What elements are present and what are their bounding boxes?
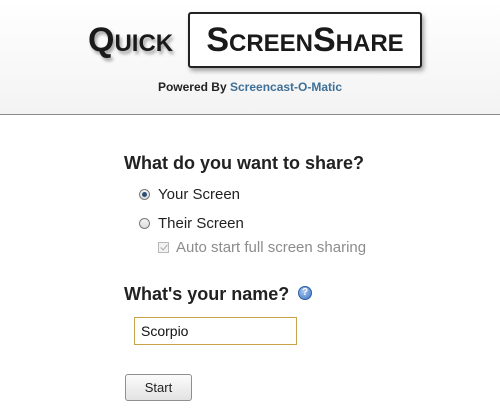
logo-screenshare-box: ScreenShare [188,12,422,68]
auto-start-label: Auto start full screen sharing [176,238,367,256]
radio-your-screen[interactable]: Your Screen [139,184,240,204]
radio-your-screen-label[interactable]: Your Screen [158,186,240,203]
share-question-heading: What do you want to share? [124,153,365,173]
name-input[interactable] [134,317,297,345]
radio-their-screen-label[interactable]: Their Screen [158,215,244,232]
auto-start-checkbox-row: Auto start full screen sharing [158,237,366,257]
radio-their-screen[interactable]: Their Screen [139,213,244,233]
help-icon[interactable]: ? [298,286,312,300]
start-button[interactable]: Start [125,374,192,401]
header: Quick ScreenShare Powered By Screencast-… [0,0,500,114]
powered-by-label: Powered By [157,80,227,94]
auto-start-checkbox [158,241,169,253]
powered-by-line: Powered By Screencast-O-Matic [0,80,500,94]
logo-screenshare-text: ScreenShare [206,20,404,59]
radio-your-screen-button[interactable] [139,188,150,200]
logo-quick-text: Quick [88,21,174,59]
screencast-o-matic-link[interactable]: Screencast-O-Matic [230,80,342,94]
header-divider [0,114,500,115]
name-question-heading: What's your name? [124,284,290,304]
radio-their-screen-button[interactable] [139,217,150,229]
